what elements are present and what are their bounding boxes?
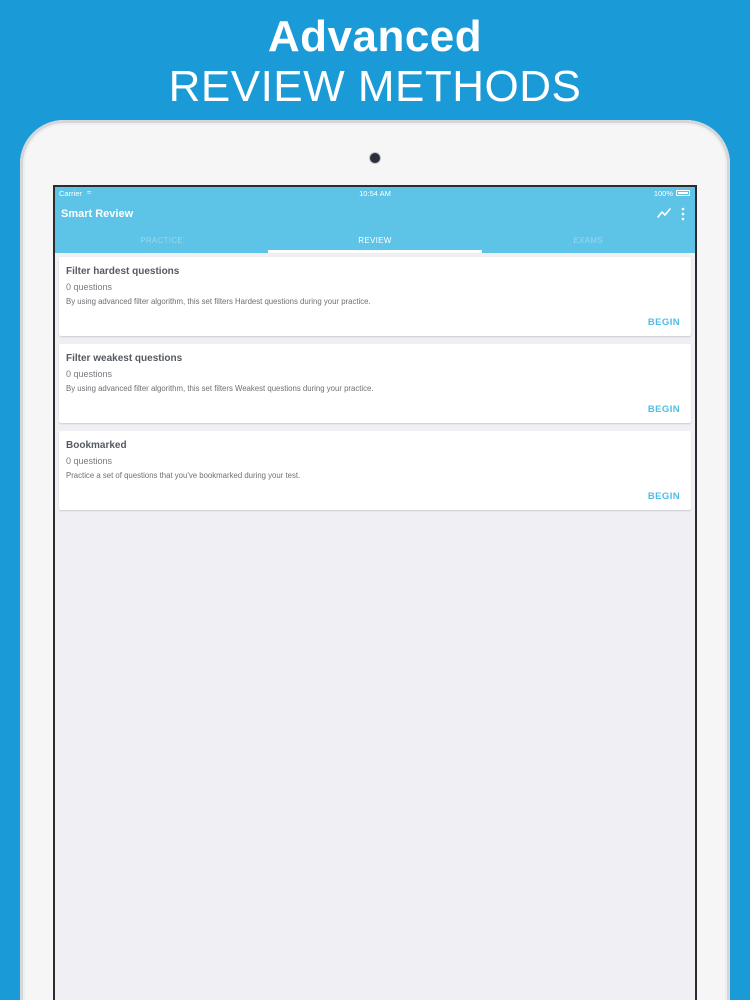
card-title: Bookmarked — [66, 440, 127, 451]
tab-practice[interactable]: PRACTICE — [55, 232, 268, 253]
chart-icon[interactable] — [657, 207, 671, 219]
battery-icon — [676, 190, 690, 196]
card-title: Filter hardest questions — [66, 266, 180, 277]
app-screen: Carrier ≈ 10:54 AM 100% Smart Review PRA… — [53, 185, 697, 1000]
active-tab-indicator — [268, 250, 482, 253]
review-list: Filter hardest questions 0 questions By … — [59, 257, 691, 518]
review-card-bookmarked: Bookmarked 0 questions Practice a set of… — [59, 431, 691, 510]
more-vertical-icon[interactable] — [680, 207, 686, 221]
begin-bookmarked-button[interactable]: BEGIN — [648, 491, 680, 502]
card-title: Filter weakest questions — [66, 353, 183, 364]
begin-hardest-button[interactable]: BEGIN — [648, 317, 680, 328]
page-title: Smart Review — [61, 208, 134, 220]
tab-bar: PRACTICE REVIEW EXAMS — [55, 232, 695, 253]
card-question-count: 0 questions — [66, 456, 113, 466]
tab-exams[interactable]: EXAMS — [482, 232, 695, 253]
review-card-hardest: Filter hardest questions 0 questions By … — [59, 257, 691, 336]
card-description: Practice a set of questions that you've … — [66, 471, 301, 480]
tablet-frame: Carrier ≈ 10:54 AM 100% Smart Review PRA… — [20, 120, 730, 1000]
card-description: By using advanced filter algorithm, this… — [66, 297, 371, 306]
promo-title: Advanced — [267, 12, 483, 61]
promo-subtitle: REVIEW METHODS — [168, 62, 582, 111]
status-bar: Carrier ≈ 10:54 AM 100% — [55, 187, 695, 201]
battery-percent: 100% — [653, 189, 673, 198]
status-time: 10:54 AM — [359, 189, 391, 198]
begin-weakest-button[interactable]: BEGIN — [648, 404, 680, 415]
card-question-count: 0 questions — [66, 282, 113, 292]
review-card-weakest: Filter weakest questions 0 questions By … — [59, 344, 691, 423]
camera-icon — [370, 153, 380, 163]
card-question-count: 0 questions — [66, 369, 113, 379]
card-description: By using advanced filter algorithm, this… — [66, 384, 374, 393]
promo-header: Advanced REVIEW METHODS — [0, 0, 750, 120]
app-bar: Carrier ≈ 10:54 AM 100% Smart Review PRA… — [55, 187, 695, 253]
